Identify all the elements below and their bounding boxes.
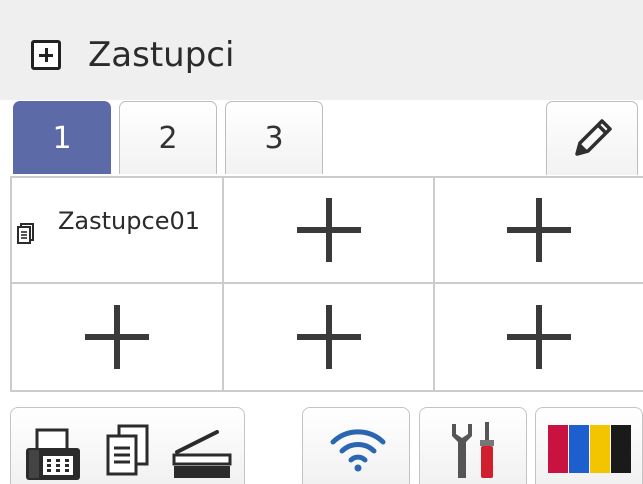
wifi-icon (330, 429, 386, 472)
tab-3[interactable]: 3 (225, 101, 323, 174)
fax-icon (26, 428, 80, 480)
shortcut-button-5[interactable] (224, 284, 433, 390)
shortcut-grid: Zastupce01 (10, 176, 643, 392)
add-shortcut-icon (31, 40, 61, 70)
pencil-icon (575, 119, 612, 156)
wifi-button[interactable] (302, 407, 410, 484)
header: Zastupci (0, 0, 643, 100)
plus-icon (507, 198, 571, 262)
functions-button[interactable] (10, 407, 245, 484)
shortcut-screen: Zastupci 1 2 3 Zastupce01 (0, 0, 643, 484)
shortcut-label: Zastupce01 (57, 207, 200, 235)
tools-icon (452, 422, 494, 478)
shortcut-button-4[interactable] (12, 284, 222, 390)
scan-icon (172, 430, 232, 478)
copy-icon (106, 424, 149, 476)
document-icon (17, 223, 34, 244)
plus-icon (85, 305, 149, 369)
tab-1[interactable]: 1 (13, 101, 111, 174)
plus-icon (296, 305, 361, 369)
toner-icon (548, 425, 631, 473)
tab-2[interactable]: 2 (119, 101, 217, 174)
shortcut-button-6[interactable] (435, 284, 643, 390)
plus-icon (296, 198, 361, 262)
shortcut-button-2[interactable] (224, 178, 433, 282)
settings-button[interactable] (419, 407, 527, 484)
plus-icon (507, 305, 571, 369)
toner-button[interactable] (535, 407, 643, 484)
edit-button[interactable] (546, 101, 638, 175)
shortcut-button-1[interactable]: Zastupce01 (12, 178, 222, 282)
page-title: Zastupci (88, 35, 235, 75)
shortcut-button-3[interactable] (435, 178, 643, 282)
